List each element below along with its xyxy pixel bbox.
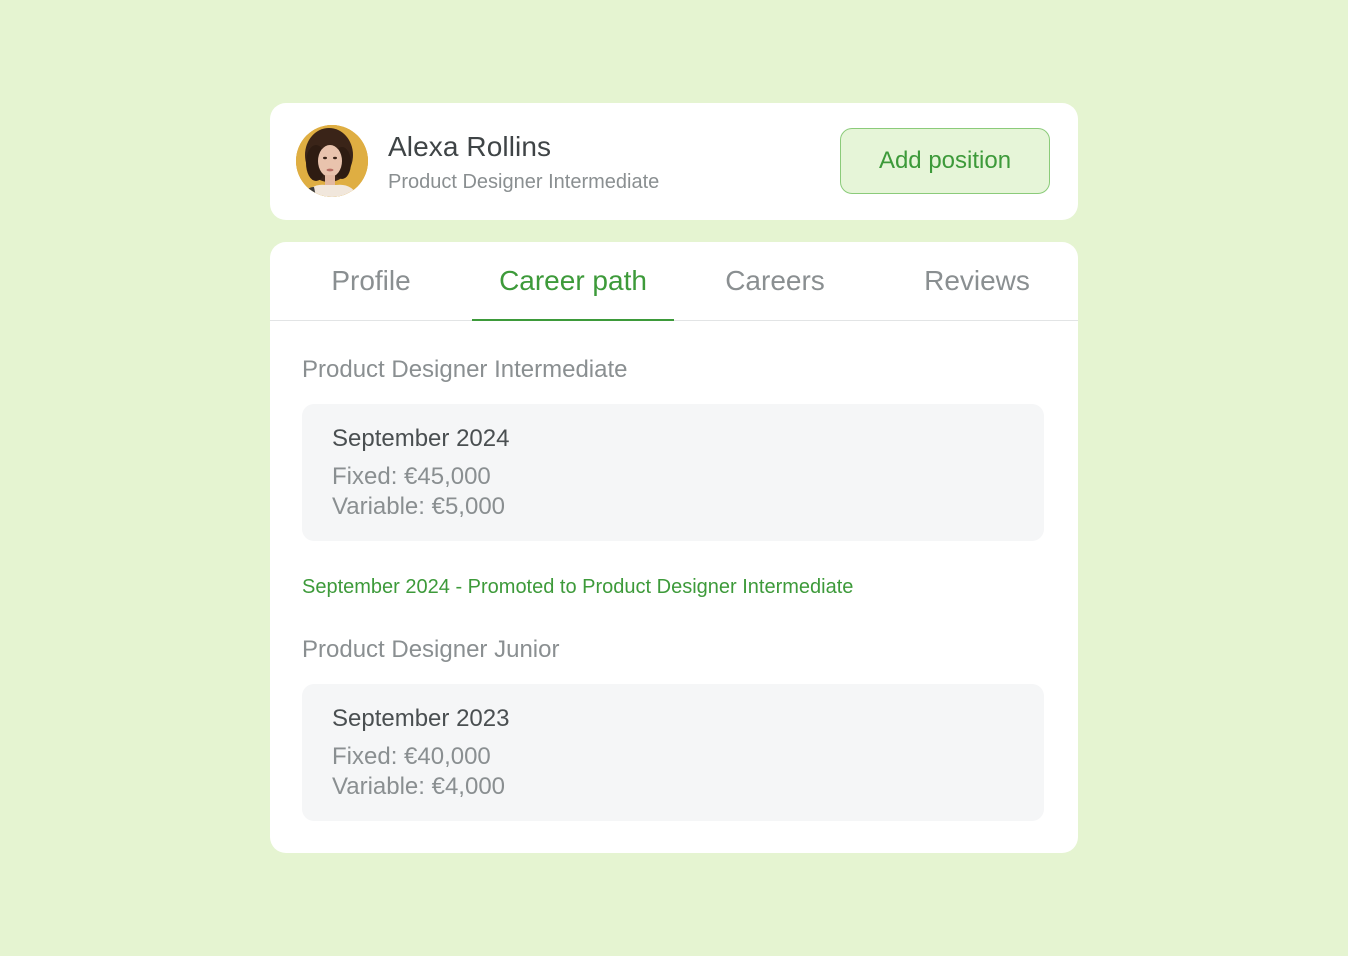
entry-date: September 2024 (332, 425, 510, 452)
career-path-card: Profile Career path Careers Reviews Prod… (270, 242, 1078, 853)
avatar[interactable] (296, 125, 368, 197)
position-title-intermediate: Product Designer Intermediate (302, 356, 628, 383)
tab-bar: Profile Career path Careers Reviews (270, 242, 1078, 321)
user-role: Product Designer Intermediate (388, 171, 660, 193)
entry-date: September 2023 (332, 705, 510, 732)
position-title-junior: Product Designer Junior (302, 636, 560, 663)
profile-header-card: Alexa Rollins Product Designer Intermedi… (270, 103, 1078, 220)
compensation-entry: September 2023 Fixed: €40,000 Variable: … (302, 684, 1044, 821)
promotion-note: September 2024 - Promoted to Product Des… (302, 576, 854, 598)
tab-careers[interactable]: Careers (674, 242, 876, 320)
fixed-salary: Fixed: €40,000 (332, 743, 491, 770)
variable-salary: Variable: €4,000 (332, 773, 506, 800)
tab-profile[interactable]: Profile (270, 242, 472, 320)
add-position-button[interactable]: Add position (840, 128, 1050, 194)
fixed-salary: Fixed: €45,000 (332, 463, 491, 490)
tab-reviews[interactable]: Reviews (876, 242, 1078, 320)
avatar-portrait-icon (296, 125, 368, 197)
user-name: Alexa Rollins (388, 131, 552, 162)
tab-career-path[interactable]: Career path (472, 242, 674, 321)
variable-salary: Variable: €5,000 (332, 493, 506, 520)
compensation-entry: September 2024 Fixed: €45,000 Variable: … (302, 404, 1044, 541)
